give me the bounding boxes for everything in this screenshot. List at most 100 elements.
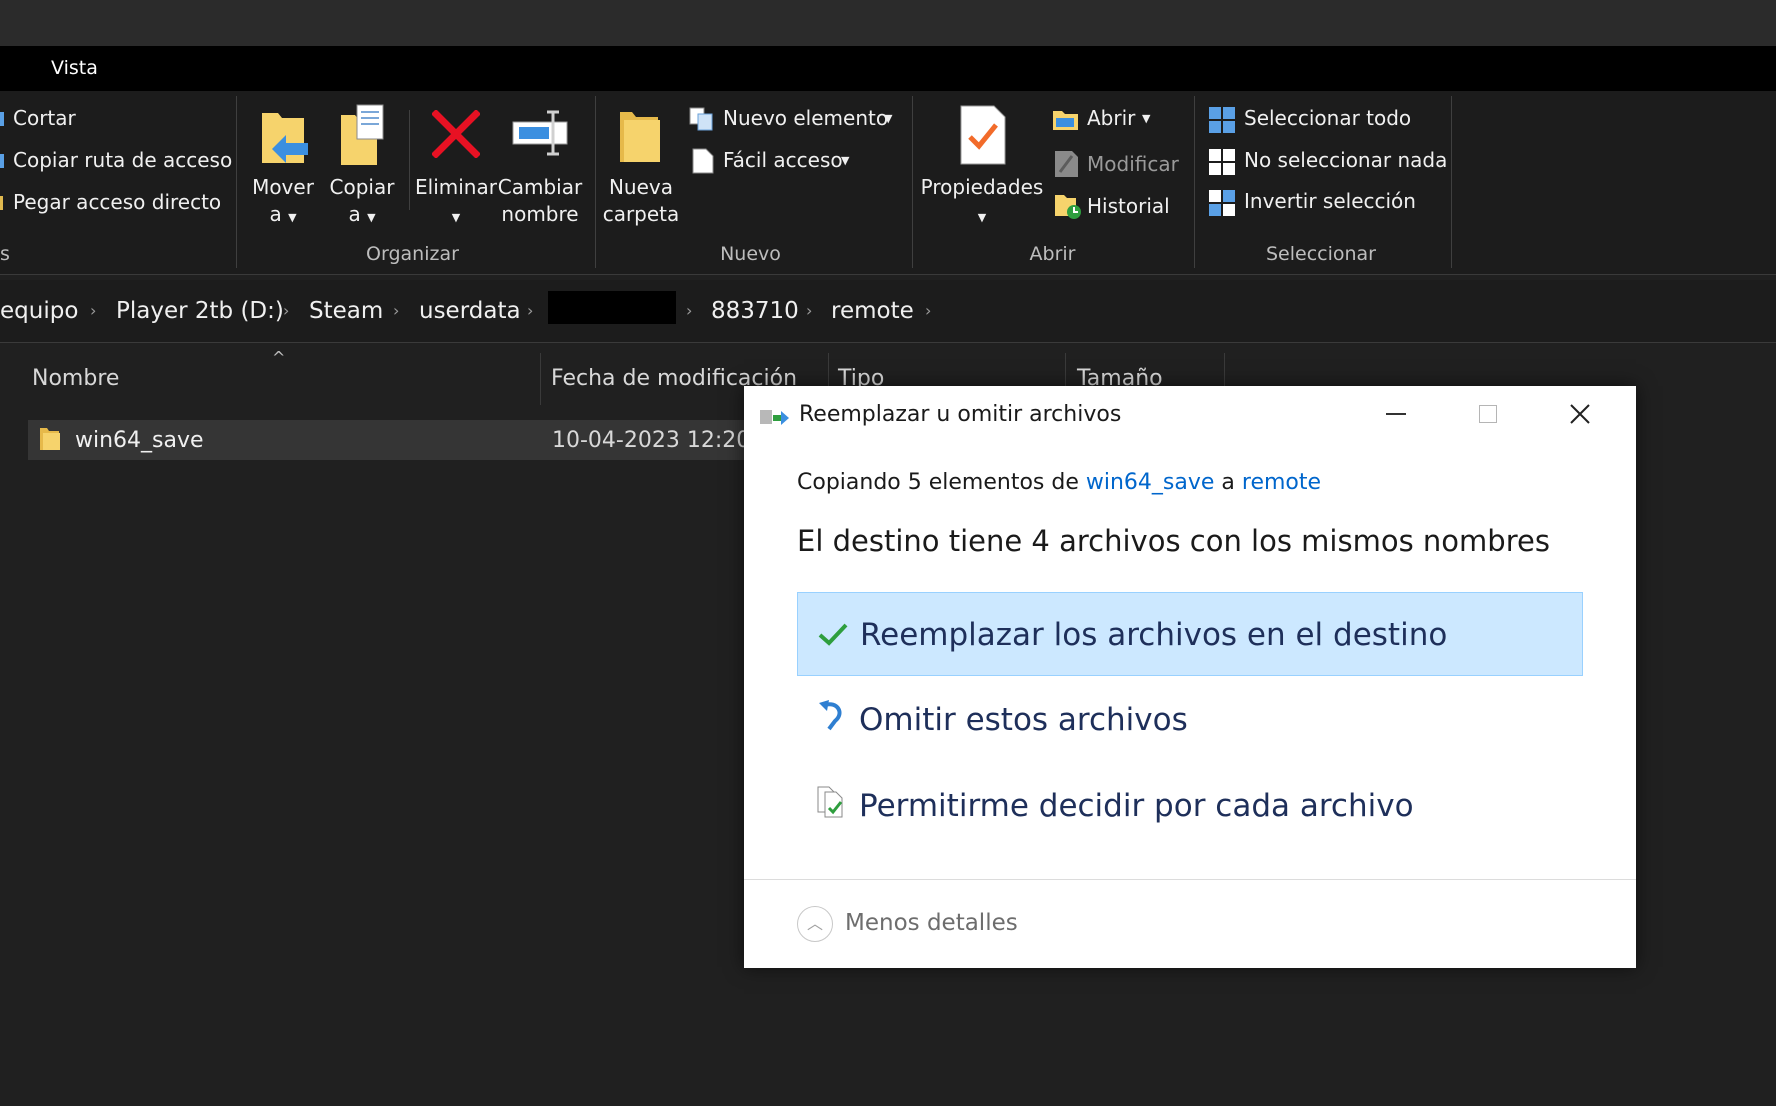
move-to-label-2: a ▼ [248,201,318,231]
open-label: Abrir [1087,106,1136,130]
invert-selection-label: Invertir selección [1244,189,1416,213]
select-all-label: Seleccionar todo [1244,106,1412,130]
new-folder-button[interactable]: Nueva carpeta [600,100,682,230]
skip-files-option[interactable]: Omitir estos archivos [797,678,1583,762]
chevron-right-icon[interactable]: › [393,301,399,320]
replace-files-option[interactable]: Reemplazar los archivos en el destino [797,592,1583,676]
menu-tab-vista[interactable]: Vista [51,57,98,79]
copy-path-label: Copiar ruta de acceso [13,148,233,172]
menu-bar [0,46,1776,91]
delete-caret: ▼ [415,201,497,231]
column-divider[interactable] [540,353,541,405]
ribbon-separator [409,110,410,210]
less-details-button[interactable]: ︿ Menos detalles [797,905,1018,945]
checkmark-icon [818,623,848,646]
rename-label-2: nombre [501,202,579,226]
breadcrumb-item[interactable]: 883710 [711,298,799,324]
copy-to-label-1: Copiar [329,175,395,199]
copy-to-button[interactable]: Copiar a ▼ [327,100,397,230]
new-folder-icon [620,112,660,162]
sort-ascending-icon: ^ [272,348,286,367]
properties-icon [960,105,1006,165]
chevron-up-icon: ︿ [797,906,833,942]
copy-summary: Copiando 5 elementos de win64_save a rem… [797,470,1321,495]
dialog-footer: ︿ Menos detalles [744,879,1636,968]
maximize-button[interactable] [1470,396,1506,432]
breadcrumb-item[interactable]: userdata [419,298,521,324]
easy-access-icon [692,148,714,174]
move-to-label-2-text: a [269,202,282,226]
chevron-down-icon: ▼ [367,211,376,224]
chevron-right-icon[interactable]: › [527,301,533,320]
copy-files-icon [760,410,789,425]
chevron-down-icon: ▼ [884,112,893,125]
rename-button[interactable]: Cambiar nombre [497,100,583,230]
breadcrumb-item[interactable]: remote [831,298,914,324]
select-all-icon [1209,107,1235,133]
breadcrumb-item[interactable]: Steam [309,298,383,324]
properties-caret: ▼ [918,201,1046,231]
properties-label: Propiedades [920,175,1044,199]
conflict-heading: El destino tiene 4 archivos con los mism… [797,524,1550,558]
minimize-button[interactable] [1378,396,1414,432]
source-folder-link[interactable]: win64_save [1086,470,1215,495]
new-item-icon [689,107,713,131]
new-folder-label-2: carpeta [602,202,680,226]
properties-button[interactable]: Propiedades ▼ [918,100,1046,230]
group-label-open: Abrir [1029,243,1076,265]
delete-icon [432,110,480,158]
paste-shortcut-label: Pegar acceso directo [13,190,222,214]
column-header-name[interactable]: Nombre [32,366,119,391]
replace-or-skip-dialog: Reemplazar u omitir archivos Copiando 5 … [744,386,1636,968]
skip-files-label: Omitir estos archivos [859,702,1188,738]
edit-icon [1055,151,1078,177]
copy-to-label-2: a ▼ [327,201,397,231]
move-to-button[interactable]: Mover a ▼ [248,100,318,230]
easy-access-label: Fácil acceso [723,148,843,172]
ribbon-separator [912,96,913,268]
chevron-down-icon: ▼ [451,211,461,224]
group-label-clipboard: s [0,243,10,265]
invert-selection-icon [1209,190,1235,216]
chevron-right-icon[interactable]: › [283,301,289,320]
decide-per-file-label: Permitirme decidir por cada archivo [859,788,1414,824]
replace-files-label: Reemplazar los archivos en el destino [860,617,1448,653]
decide-files-icon [817,786,843,818]
chevron-down-icon: ▼ [288,211,297,224]
history-icon [1055,195,1081,219]
group-label-organize: Organizar [366,243,459,265]
ribbon-separator [236,96,237,268]
copy-summary-prefix: Copiando 5 elementos de [797,470,1079,495]
edit-label: Modificar [1087,152,1179,176]
move-to-label-1: Mover [252,175,314,199]
new-folder-label-1: Nueva [608,175,674,199]
copy-to-icon [341,104,384,165]
paste-shortcut-icon [0,196,3,210]
maximize-icon [1479,405,1497,423]
ribbon-separator [595,96,596,268]
decide-per-file-option[interactable]: Permitirme decidir por cada archivo [797,764,1583,848]
delete-button[interactable]: Eliminar ▼ [415,100,497,230]
chevron-right-icon[interactable]: › [925,301,931,320]
chevron-down-icon: ▼ [841,154,850,167]
chevron-down-icon: ▼ [977,211,987,224]
destination-folder-link[interactable]: remote [1242,470,1321,495]
breadcrumb-item[interactable]: equipo [0,298,78,324]
group-label-select: Seleccionar [1265,243,1376,265]
cut-icon [0,112,4,126]
redacted-breadcrumb-item [548,291,676,324]
close-button[interactable] [1562,396,1598,432]
close-icon [1570,404,1590,424]
chevron-right-icon[interactable]: › [90,301,96,320]
minimize-icon [1386,413,1406,415]
file-name: win64_save [75,428,204,453]
select-none-icon [1209,149,1235,175]
chevron-right-icon[interactable]: › [686,301,692,320]
breadcrumb-item[interactable]: Player 2tb (D:) [116,298,284,324]
delete-label: Eliminar [415,175,497,199]
ribbon-separator [1194,96,1195,268]
ribbon-separator [1451,96,1452,268]
less-details-label: Menos detalles [845,910,1018,936]
rename-icon [512,110,568,156]
chevron-right-icon[interactable]: › [806,301,812,320]
